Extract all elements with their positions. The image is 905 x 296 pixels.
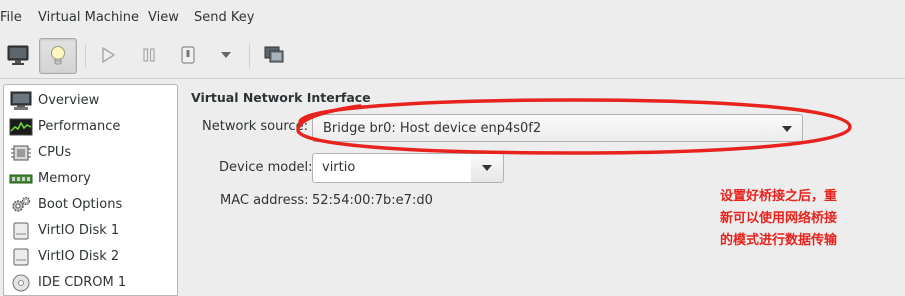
sidebar-item-memory[interactable]: Memory <box>4 166 177 192</box>
monitor-icon <box>10 91 32 110</box>
network-source-value: Bridge br0: Host device enp4s0f2 <box>323 121 542 136</box>
sidebar-item-label: VirtIO Disk 2 <box>38 249 120 264</box>
sidebar-item-overview[interactable]: Overview <box>4 88 177 114</box>
sidebar-item-label: Memory <box>38 171 91 186</box>
sidebar-item-label: VirtIO Disk 1 <box>38 223 120 238</box>
console-button[interactable] <box>0 38 36 72</box>
menu-view[interactable]: View <box>148 10 179 25</box>
shutdown-icon <box>181 46 195 64</box>
sidebar-item-performance[interactable]: Performance <box>4 114 177 140</box>
sidebar-item-label: Performance <box>38 119 121 134</box>
disk-icon <box>13 248 29 266</box>
sidebar-item-cpus[interactable]: CPUs <box>4 140 177 166</box>
menu-bar: File Virtual Machine View Send Key <box>0 0 905 36</box>
menu-file[interactable]: File <box>0 10 22 25</box>
menu-send-key[interactable]: Send Key <box>194 10 254 25</box>
device-model-field[interactable]: virtio <box>312 153 472 183</box>
pause-icon <box>143 48 155 62</box>
device-model-label: Device model: <box>219 160 313 175</box>
lightbulb-icon <box>51 46 65 65</box>
memory-icon <box>9 174 33 184</box>
section-title: Virtual Network Interface <box>191 90 371 105</box>
fullscreen-button[interactable] <box>256 38 292 72</box>
details-button[interactable] <box>39 38 77 74</box>
sidebar-item-virtio-disk-1[interactable]: VirtIO Disk 1 <box>4 218 177 244</box>
network-source-label: Network source: <box>202 119 308 134</box>
annotation-line: 新可以使用网络桥接 <box>720 211 838 226</box>
dropdown-arrow-icon <box>221 52 231 58</box>
sidebar-item-virtio-disk-2[interactable]: VirtIO Disk 2 <box>4 244 177 270</box>
menu-virtual-machine[interactable]: Virtual Machine <box>38 10 139 25</box>
chevron-down-icon <box>482 165 492 171</box>
annotation-line: 设置好桥接之后，重 <box>720 189 838 204</box>
run-icon <box>102 47 115 63</box>
monitor-icon <box>7 45 29 65</box>
annotation-note: 设置好桥接之后，重 新可以使用网络桥接 的模式进行数据传输 <box>720 186 870 252</box>
device-model-dropdown-button[interactable] <box>471 153 504 183</box>
toolbar <box>0 36 905 79</box>
network-source-select[interactable]: Bridge br0: Host device enp4s0f2 <box>312 114 803 142</box>
performance-icon <box>9 118 33 136</box>
sidebar-item-ide-cdrom-1[interactable]: IDE CDROM 1 <box>4 270 177 295</box>
mac-address-value: 52:54:00:7b:e7:d0 <box>312 193 433 208</box>
pause-button[interactable] <box>131 38 167 72</box>
sidebar-item-label: CPUs <box>38 145 72 160</box>
toolbar-separator <box>249 44 250 68</box>
details-panel: Virtual Network Interface Network source… <box>176 78 905 288</box>
annotation-line: 的模式进行数据传输 <box>720 233 838 248</box>
sidebar-item-label: Boot Options <box>38 197 123 212</box>
shutdown-menu-button[interactable] <box>208 38 244 72</box>
sidebar-item-boot-options[interactable]: Boot Options <box>4 192 177 218</box>
gears-icon <box>12 197 30 212</box>
mac-address-label: MAC address: <box>220 193 309 208</box>
run-button[interactable] <box>90 38 126 72</box>
cdrom-icon <box>12 274 30 292</box>
hardware-list: Overview Performance CPUs Memory Boot Op… <box>3 84 178 296</box>
fullscreen-icon <box>264 46 284 63</box>
disk-icon <box>13 222 29 240</box>
sidebar-item-label: Overview <box>38 93 100 108</box>
toolbar-separator <box>85 44 86 68</box>
shutdown-button[interactable] <box>170 38 206 72</box>
cpu-icon <box>11 145 31 161</box>
chevron-down-icon <box>782 126 792 132</box>
device-model-value: virtio <box>322 160 356 175</box>
